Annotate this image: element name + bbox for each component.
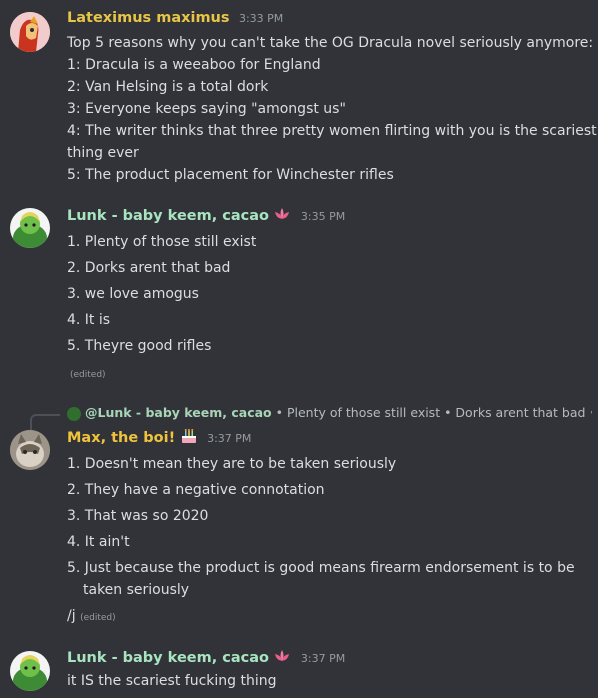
message-line: 2. They have a negative connotation xyxy=(67,482,325,498)
username[interactable]: Lateximus maximus xyxy=(67,10,230,26)
avatar[interactable] xyxy=(10,651,50,691)
reply-text: • Plenty of those still exist • Dorks ar… xyxy=(275,405,592,420)
message-line: 1. Doesn't mean they are to be taken ser… xyxy=(67,456,397,472)
message-line: /j (edited) xyxy=(67,605,588,629)
message-line: 4: The writer thinks that three pretty w… xyxy=(67,123,597,139)
message-line: 1. Plenty of those still exist xyxy=(67,234,257,250)
avatar[interactable] xyxy=(10,208,50,248)
message-line: 3. we love amogus xyxy=(67,286,199,302)
message-line: 4. It is xyxy=(67,312,111,328)
reply-username[interactable]: @Lunk - baby keem, cacao xyxy=(85,405,272,420)
message-line: 4. It ain't xyxy=(67,534,130,550)
avatar[interactable] xyxy=(10,12,50,52)
message-line: 2: Van Helsing is a total dork xyxy=(67,79,269,95)
message-line: 2. Dorks arent that bad xyxy=(67,260,231,276)
timestamp: 3:33 PM xyxy=(238,12,284,25)
message-line: thing ever xyxy=(67,145,139,161)
message-line: 5. Theyre good rifles xyxy=(67,338,212,354)
message-line: 1: Dracula is a weeaboo for England xyxy=(67,57,321,73)
message-line: 5. Just because the product is good mean… xyxy=(67,560,575,576)
birthday-cake-icon xyxy=(180,428,198,448)
message-line: it IS the scariest fucking thing xyxy=(67,673,277,689)
reply-preview[interactable]: @Lunk - baby keem, cacao • Plenty of tho… xyxy=(67,405,592,421)
reply-connector xyxy=(30,414,60,430)
avatar[interactable] xyxy=(10,430,50,470)
timestamp: 3:35 PM xyxy=(300,210,346,223)
reply-avatar xyxy=(67,406,81,421)
message-line: taken seriously xyxy=(83,582,190,598)
message-text: /j xyxy=(67,608,76,624)
timestamp: 3:37 PM xyxy=(300,652,346,665)
lotus-icon xyxy=(273,649,291,667)
lotus-icon xyxy=(273,207,291,225)
message-line: 5: The product placement for Winchester … xyxy=(67,167,394,183)
timestamp: 3:37 PM xyxy=(207,432,252,445)
username[interactable]: Lunk - baby keem, cacao xyxy=(67,650,269,666)
username[interactable]: Max, the boi! xyxy=(67,430,175,446)
message-line: 3. That was so 2020 xyxy=(67,508,209,524)
message-line: Top 5 reasons why you can't take the OG … xyxy=(67,35,594,51)
edited-label: (edited) xyxy=(80,613,116,623)
message-line: 3: Everyone keeps saying "amongst us" xyxy=(67,101,346,117)
username[interactable]: Lunk - baby keem, cacao xyxy=(67,208,269,224)
edited-label: (edited) xyxy=(70,370,106,380)
